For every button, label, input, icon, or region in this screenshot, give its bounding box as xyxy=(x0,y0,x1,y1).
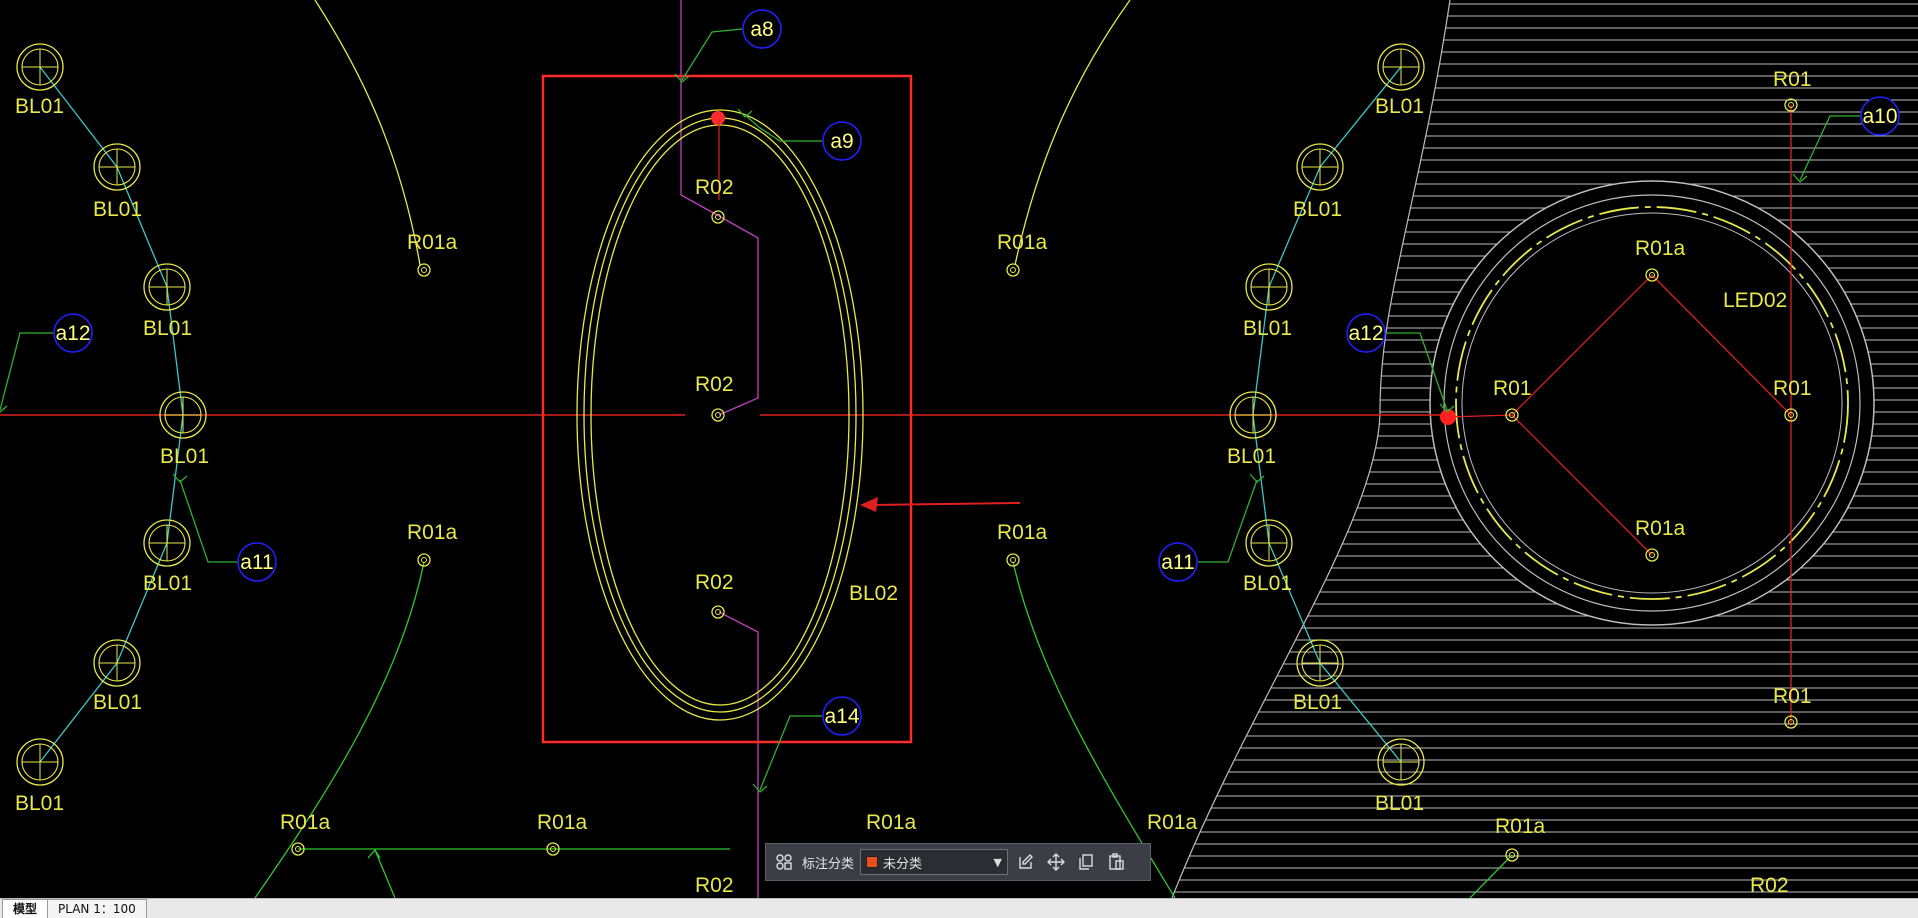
group-icon[interactable] xyxy=(772,850,796,874)
downlight-point[interactable] xyxy=(417,263,431,277)
fixture-bl01[interactable] xyxy=(93,639,141,687)
fixture-bl01[interactable] xyxy=(93,143,141,191)
light-arc xyxy=(254,561,425,898)
downlight-point[interactable] xyxy=(1006,263,1020,277)
category-dropdown[interactable]: 未分类 ▼ xyxy=(860,849,1009,875)
fixture-label-r02: R02 xyxy=(695,176,734,199)
callout-tag[interactable]: a14 xyxy=(752,696,862,793)
fixture-label-r01a: R01a xyxy=(997,521,1048,544)
fixture-bl01[interactable] xyxy=(16,43,64,91)
fixture-label-r01a: R01a xyxy=(866,811,917,834)
fixture-label-bl01: BL01 xyxy=(1243,572,1292,595)
fixture-label-bl01: BL01 xyxy=(143,572,192,595)
callout-tag[interactable]: a9 xyxy=(737,108,862,161)
fixture-label-bl01: BL01 xyxy=(15,95,64,118)
edit-icon[interactable] xyxy=(1014,850,1038,874)
callout-tag-label: a9 xyxy=(830,130,853,153)
fixture-bl01[interactable] xyxy=(143,519,191,567)
fixture-bl01[interactable] xyxy=(1296,639,1344,687)
pointer-arrow xyxy=(860,497,1021,512)
fixture-label-r01a: R01a xyxy=(280,811,331,834)
fixture-label-bl01: BL01 xyxy=(93,691,142,714)
downlight-point[interactable] xyxy=(711,605,725,619)
fixture-label-r01a: R01a xyxy=(1635,517,1686,540)
fixture-label-r02: R02 xyxy=(695,373,734,396)
fixture-label-bl01: BL01 xyxy=(93,198,142,221)
layout-tab-bar: 模型 PLAN 1：100 xyxy=(0,898,1918,918)
fixture-label-bl01: BL01 xyxy=(15,792,64,815)
fixture-bl01[interactable] xyxy=(143,263,191,311)
chevron-down-icon: ▼ xyxy=(993,855,1003,869)
fixture-bl01[interactable] xyxy=(16,738,64,786)
hatch-boundary xyxy=(1171,0,1451,898)
callout-tag-label: a8 xyxy=(750,18,773,41)
callout-tag-label: a12 xyxy=(55,322,90,345)
move-icon[interactable] xyxy=(1044,850,1068,874)
callout-tag[interactable]: a11 xyxy=(1158,473,1265,582)
fixture-bl01[interactable] xyxy=(1377,738,1425,786)
fixture-label-r01: R01 xyxy=(1773,685,1812,708)
category-color-swatch xyxy=(866,856,879,868)
callout-tag-label: a12 xyxy=(1348,322,1383,345)
tab-model[interactable]: 模型 xyxy=(2,899,49,918)
tab-plan[interactable]: PLAN 1：100 xyxy=(47,899,147,918)
cad-drawing-canvas[interactable]: a8 a9 a10 a11 a11 a12 a12 a14 BL01 BL01 BL01 BL01 B… xyxy=(0,0,1918,898)
paste-icon[interactable] xyxy=(1104,850,1128,874)
copy-icon[interactable] xyxy=(1074,850,1098,874)
callout-tag[interactable]: a12 xyxy=(0,313,93,413)
fixture-label-r02: R02 xyxy=(1750,874,1789,897)
light-arc xyxy=(1014,0,1131,266)
fixture-bl01[interactable] xyxy=(1245,519,1293,567)
leader-arrow xyxy=(367,848,396,898)
fixture-label-bl01: BL01 xyxy=(1293,198,1342,221)
fixture-label-r01a: R01a xyxy=(537,811,588,834)
callout-tag-label: a11 xyxy=(240,551,273,574)
downlight-point[interactable] xyxy=(711,210,725,224)
fixture-label-r01: R01 xyxy=(1493,377,1532,400)
fixture-label-r01: R01 xyxy=(1773,68,1812,91)
light-arc xyxy=(314,0,421,266)
fixture-label-r02: R02 xyxy=(695,874,734,897)
fixture-label-r01a: R01a xyxy=(407,521,458,544)
category-value: 未分类 xyxy=(883,856,923,872)
fixture-bl01[interactable] xyxy=(1377,43,1425,91)
callout-tag-label: a14 xyxy=(824,705,859,728)
callout-tag-label: a11 xyxy=(1161,551,1194,574)
grip-point[interactable] xyxy=(711,111,725,125)
fixture-label-bl01: BL01 xyxy=(143,317,192,340)
fixture-label-r01a: R01a xyxy=(1147,811,1198,834)
fixture-label-r01a: R01a xyxy=(997,231,1048,254)
fixture-label-bl02: BL02 xyxy=(849,582,898,605)
callout-tag[interactable]: a8 xyxy=(674,9,782,83)
category-label: 标注分类 xyxy=(802,856,855,872)
fixture-label-bl01: BL01 xyxy=(1293,691,1342,714)
callout-tag[interactable]: a11 xyxy=(172,473,277,582)
fixture-label-bl01: BL01 xyxy=(1375,792,1424,815)
fixture-label-bl01: BL01 xyxy=(160,445,209,468)
fixture-label-r01a: R01a xyxy=(1495,815,1546,838)
callout-tag-label: a10 xyxy=(1862,105,1897,128)
fixture-bl01[interactable] xyxy=(1229,391,1277,439)
circuit-wire xyxy=(718,611,759,898)
fixture-label-r01a: R01a xyxy=(1635,237,1686,260)
fixture-label-r01: R01 xyxy=(1773,377,1812,400)
fixture-bl01[interactable] xyxy=(159,391,207,439)
fixture-label-bl01: BL01 xyxy=(1227,445,1276,468)
callout-tag[interactable]: a10 xyxy=(1792,96,1900,183)
fixture-bl01[interactable] xyxy=(1296,143,1344,191)
fixture-label-led02: LED02 xyxy=(1723,289,1787,312)
fixture-label-bl01: BL01 xyxy=(1243,317,1292,340)
annotation-toolbar: 标注分类 未分类 ▼ xyxy=(765,843,1151,881)
fixture-label-bl01: BL01 xyxy=(1375,95,1424,118)
fixture-label-r01a: R01a xyxy=(407,231,458,254)
downlight-point[interactable] xyxy=(711,408,725,422)
fixture-label-r02: R02 xyxy=(695,571,734,594)
fixture-bl01[interactable] xyxy=(1245,263,1293,311)
